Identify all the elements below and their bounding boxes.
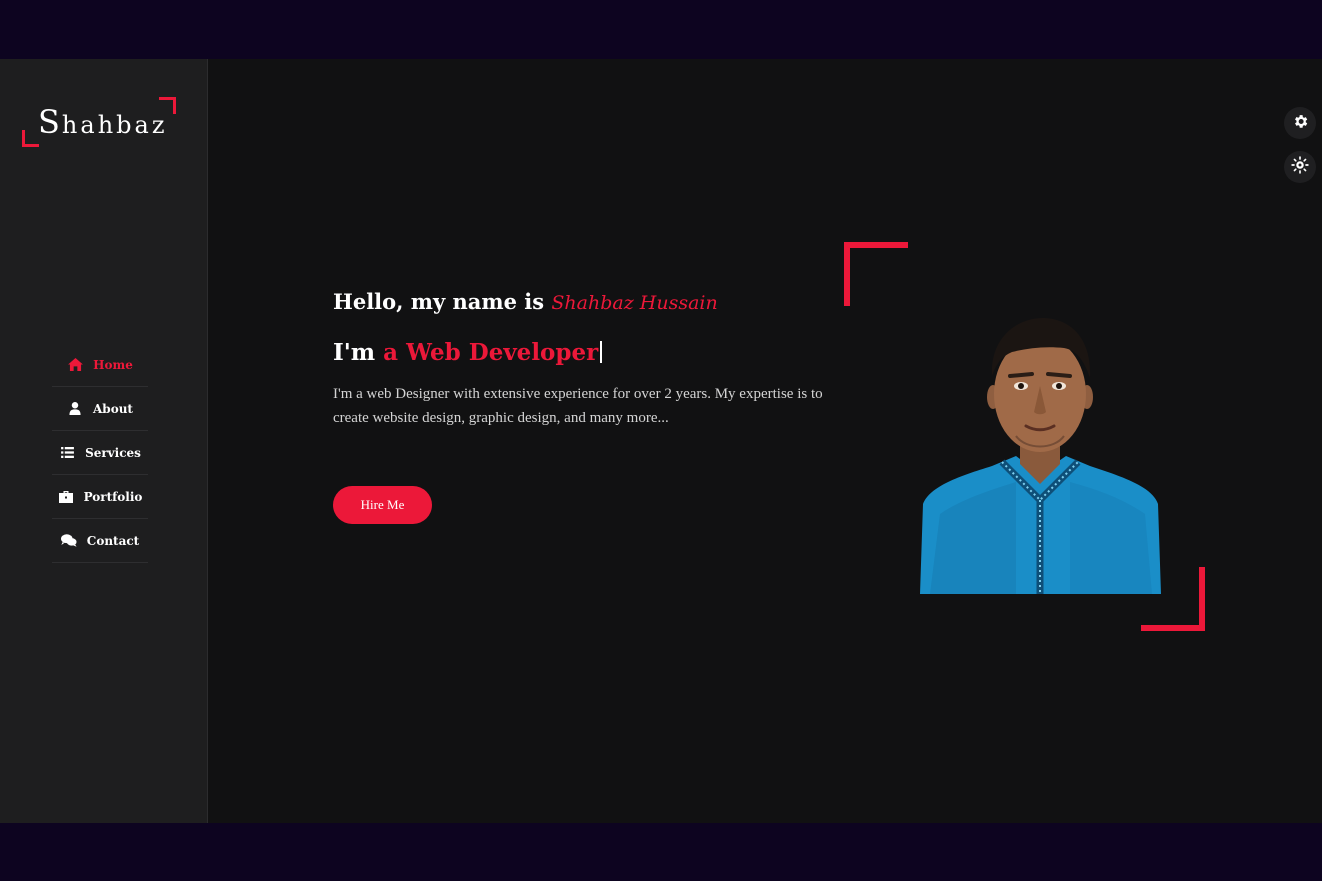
sidebar-item-contact[interactable]: Contact <box>52 519 148 563</box>
hero-bio: I'm a web Designer with extensive experi… <box>333 386 823 426</box>
sidebar-item-about[interactable]: About <box>52 387 148 431</box>
logo[interactable]: Shahbaz <box>22 97 176 147</box>
typing-cursor <box>600 341 603 363</box>
sidebar-item-label: Home <box>93 357 133 372</box>
comments-icon <box>60 534 77 548</box>
sidebar-item-home[interactable]: Home <box>52 343 148 387</box>
role-prefix: I'm <box>333 339 376 366</box>
sun-gear-icon <box>1291 156 1309 178</box>
hero-role: I'm a Web Developer <box>333 339 603 366</box>
user-icon <box>67 402 83 416</box>
logo-rest: hahbaz <box>61 111 168 139</box>
logo-corner-bottom-left <box>22 130 39 147</box>
profile-photo <box>920 318 1161 594</box>
greeting-prefix: Hello, my name is <box>333 289 545 314</box>
image-frame-corner-top-left <box>844 242 908 306</box>
style-switcher-toggle[interactable] <box>1284 107 1316 139</box>
sidebar-item-label: About <box>93 401 133 416</box>
day-night-toggle[interactable] <box>1284 151 1316 183</box>
home-icon <box>67 358 83 372</box>
sidebar-item-label: Portfolio <box>83 489 143 504</box>
sidebar-nav: Home About Services Portfolio Contact <box>52 343 148 563</box>
sidebar: Shahbaz Home About Services Portfolio Co… <box>0 59 208 823</box>
sidebar-item-services[interactable]: Services <box>52 431 148 475</box>
logo-text: Shahbaz <box>38 103 167 141</box>
logo-initial: S <box>38 103 62 141</box>
hero-name: Shahbaz Hussain <box>551 292 718 314</box>
briefcase-icon <box>58 490 74 504</box>
gear-icon <box>1292 113 1309 134</box>
hero-greeting: Hello, my name is Shahbaz Hussain <box>333 289 718 314</box>
typed-role: a Web Developer <box>383 339 599 366</box>
page-frame: Shahbaz Home About Services Portfolio Co… <box>0 59 1322 823</box>
sidebar-item-portfolio[interactable]: Portfolio <box>52 475 148 519</box>
list-icon <box>59 446 75 460</box>
sidebar-item-label: Contact <box>86 533 140 548</box>
sidebar-item-label: Services <box>85 445 141 460</box>
hire-me-button[interactable]: Hire Me <box>333 486 432 524</box>
